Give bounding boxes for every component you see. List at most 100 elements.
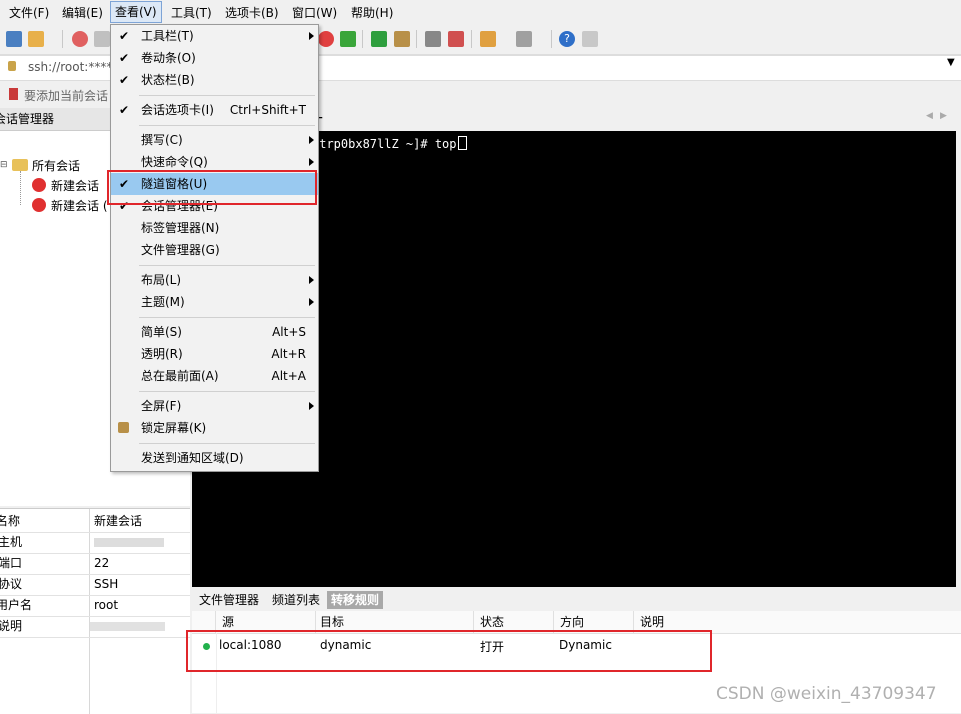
lock-icon <box>8 61 16 71</box>
reconnect-icon[interactable] <box>72 31 88 47</box>
prop-row: 主机 <box>0 532 190 554</box>
help-icon[interactable]: ? <box>559 31 575 47</box>
new-session-icon[interactable] <box>6 31 22 47</box>
fullscreen-icon[interactable] <box>371 31 387 47</box>
menu-edit[interactable]: 编辑(E) <box>62 4 103 21</box>
menu-item-simple[interactable]: 简单(S) Alt+S <box>111 321 318 343</box>
disconnect-icon[interactable] <box>94 31 110 47</box>
menu-tabs[interactable]: 选项卡(B) <box>225 4 279 21</box>
menu-item-scrollbar[interactable]: ✔ 卷动条(O) <box>111 47 318 69</box>
submenu-arrow-icon <box>309 276 314 284</box>
prop-key: 协议 <box>0 577 23 591</box>
menu-item-label: 状态栏(B) <box>141 73 195 87</box>
highlight-icon[interactable] <box>448 31 464 47</box>
terminal-cursor <box>457 136 467 150</box>
toolbar-separator <box>362 30 363 48</box>
terminal-scrollbar[interactable] <box>956 131 961 587</box>
terminal-line: ltrp0bx87llZ ~]# top <box>312 136 467 151</box>
layout-icon[interactable] <box>516 31 532 47</box>
menu-file[interactable]: 文件(F) <box>9 4 49 21</box>
menu-separator <box>139 95 315 96</box>
prop-value: SSH <box>94 577 119 591</box>
menu-item-label: 布局(L) <box>141 273 182 287</box>
menu-item-layout[interactable]: 布局(L) <box>111 269 318 291</box>
tree-collapse-icon[interactable]: ⊟ <box>0 160 8 170</box>
session-icon <box>32 198 46 212</box>
menu-item-send-to-tray[interactable]: 发送到通知区域(D) <box>111 447 318 469</box>
menu-item-label: 发送到通知区域(D) <box>141 451 244 465</box>
keyboard-icon[interactable] <box>425 31 441 47</box>
menu-item-session-tabs[interactable]: ✔ 会话选项卡(I) Ctrl+Shift+T <box>111 99 318 121</box>
xftp-icon[interactable] <box>340 31 356 47</box>
prop-row: 说明 <box>0 616 190 638</box>
session-manager-title: 会话管理器 <box>0 112 55 126</box>
tab-file-manager[interactable]: 文件管理器 <box>195 591 263 609</box>
tab-channel-list[interactable]: 频道列表 <box>268 591 324 609</box>
menu-view[interactable]: 查看(V) <box>110 1 162 23</box>
tree-root-all-sessions[interactable]: 所有会话 <box>32 157 80 174</box>
menu-item-transparent[interactable]: 透明(R) Alt+R <box>111 343 318 365</box>
menu-item-fullscreen[interactable]: 全屏(F) <box>111 395 318 417</box>
check-icon: ✔ <box>119 29 130 43</box>
menu-item-shortcut: Alt+R <box>271 347 306 361</box>
prop-key: 主机 <box>0 535 23 549</box>
menu-bar: 文件(F) 编辑(E) 查看(V) 工具(T) 选项卡(B) 窗口(W) 帮助(… <box>0 0 961 24</box>
menu-item-file-manager[interactable]: 文件管理器(G) <box>111 239 318 261</box>
xshell-icon[interactable] <box>318 31 334 47</box>
check-icon: ✔ <box>119 103 130 117</box>
toolbar-separator <box>416 30 417 48</box>
open-folder-icon[interactable] <box>28 31 44 47</box>
tab-forwarding-rules[interactable]: 转移规则 <box>327 591 384 609</box>
tree-item-session-1[interactable]: 新建会话 <box>51 177 99 194</box>
chevron-down-icon[interactable]: ▼ <box>947 57 955 68</box>
menu-item-label: 全屏(F) <box>141 399 182 413</box>
menu-item-label: 会话选项卡(I) <box>141 103 214 117</box>
prop-row: 用户名 root <box>0 595 190 617</box>
menu-window[interactable]: 窗口(W) <box>292 4 337 21</box>
check-icon: ✔ <box>119 73 130 87</box>
prop-row: 协议 SSH <box>0 574 190 596</box>
prop-key: 名称 <box>0 514 21 528</box>
prop-row: 名称 新建会话 <box>0 511 190 533</box>
menu-item-label: 总在最前面(A) <box>141 369 219 383</box>
menu-item-theme[interactable]: 主题(M) <box>111 291 318 313</box>
address-text: ssh://root:***** <box>28 60 119 74</box>
prop-value: 新建会话 <box>94 514 143 528</box>
new-folder-icon[interactable] <box>480 31 496 47</box>
menu-item-lock-screen[interactable]: 锁定屏幕(K) <box>111 417 318 439</box>
menu-item-statusbar[interactable]: ✔ 状态栏(B) <box>111 69 318 91</box>
add-session-hint[interactable]: 要添加当前会话 <box>24 87 108 104</box>
tree-item-session-2[interactable]: 新建会话 ( <box>51 197 108 214</box>
blurred-host <box>94 538 164 547</box>
menu-item-label: 锁定屏幕(K) <box>141 421 207 435</box>
menu-help[interactable]: 帮助(H) <box>351 4 393 21</box>
menu-separator <box>139 391 315 392</box>
prop-value: 22 <box>94 556 110 570</box>
menu-separator <box>139 125 315 126</box>
menu-item-tag-manager[interactable]: 标签管理器(N) <box>111 217 318 239</box>
menu-separator <box>139 317 315 318</box>
menu-item-toolbar[interactable]: ✔ 工具栏(T) <box>111 25 318 47</box>
chat-icon[interactable] <box>582 31 598 47</box>
tab-scroll-right-icon[interactable]: ▶ <box>940 111 947 121</box>
session-properties: 名称 新建会话 主机 端口 22 协议 SSH 用户名 root 说明 <box>0 508 190 714</box>
menu-item-shortcut: Alt+A <box>271 369 306 383</box>
menu-item-shortcut: Alt+S <box>272 325 306 339</box>
tab-scroll-left-icon[interactable]: ◀ <box>926 111 933 121</box>
menu-tools[interactable]: 工具(T) <box>171 4 212 21</box>
watermark: CSDN @weixin_43709347 <box>716 684 937 704</box>
submenu-arrow-icon <box>309 32 314 40</box>
lock-icon[interactable] <box>394 31 410 47</box>
view-menu-dropdown: ✔ 工具栏(T) ✔ 卷动条(O) ✔ 状态栏(B) ✔ 会话选项卡(I) Ct… <box>110 24 319 472</box>
check-icon: ✔ <box>119 51 130 65</box>
menu-item-compose[interactable]: 撰写(C) <box>111 129 318 151</box>
menu-item-label: 主题(M) <box>141 295 185 309</box>
menu-item-label: 工具栏(T) <box>141 29 194 43</box>
submenu-arrow-icon <box>309 136 314 144</box>
menu-item-label: 标签管理器(N) <box>141 221 220 235</box>
toolbar-separator <box>62 30 63 48</box>
annotation-box <box>186 630 712 672</box>
menu-item-always-on-top[interactable]: 总在最前面(A) Alt+A <box>111 365 318 387</box>
prop-key: 用户名 <box>0 598 33 612</box>
terminal-prompt: ltrp0bx87llZ ~]# top <box>312 137 457 151</box>
